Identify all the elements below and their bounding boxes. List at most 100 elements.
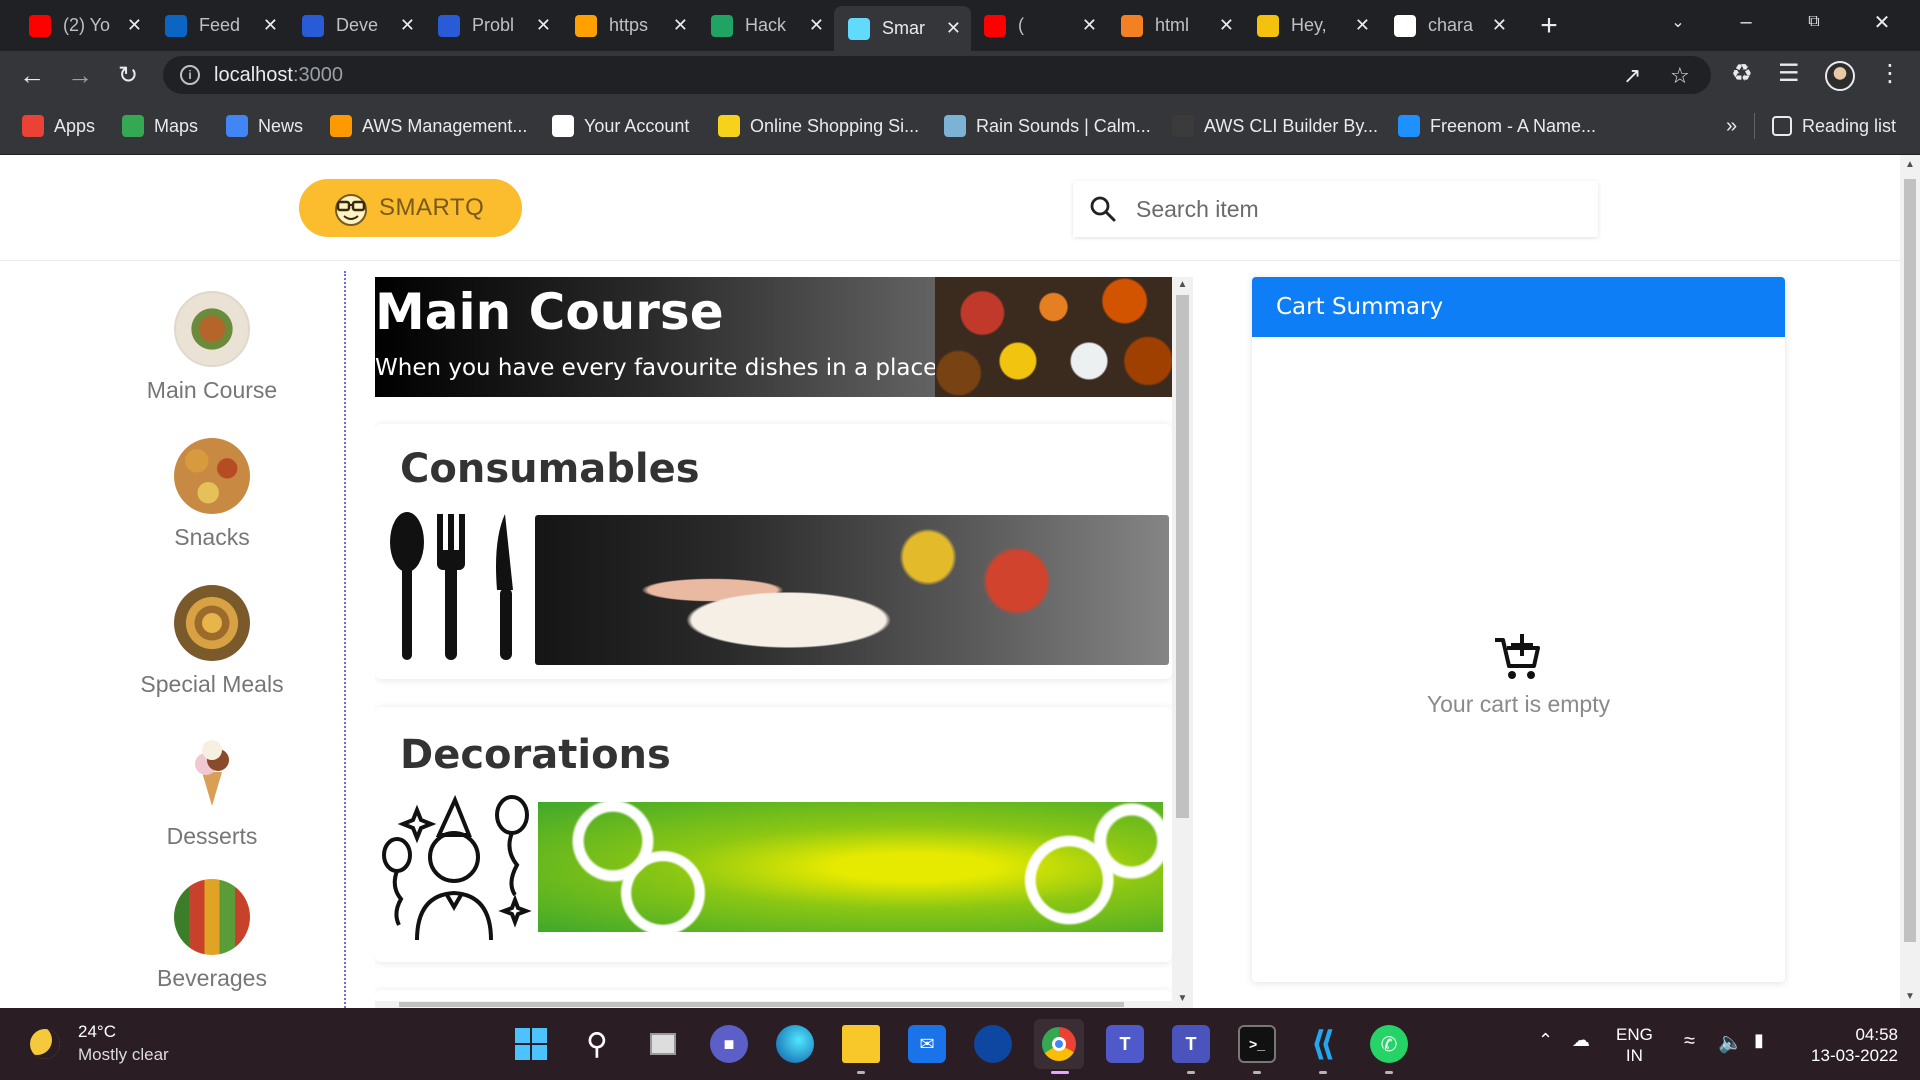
- scroll-down-arrow-icon[interactable]: ▼: [1172, 993, 1193, 1004]
- browser-tab[interactable]: Hack ✕: [697, 8, 834, 43]
- forward-arrow-icon[interactable]: →: [62, 57, 98, 93]
- youtube-icon: [984, 14, 1006, 37]
- consumables-photo: [535, 515, 1169, 665]
- new-tab-button[interactable]: +: [1536, 8, 1562, 43]
- browser-tab[interactable]: Smar ✕: [834, 6, 971, 51]
- browser-tab[interactable]: https ✕: [561, 8, 698, 43]
- reload-icon[interactable]: ↻: [110, 57, 146, 93]
- profile-avatar[interactable]: [1825, 61, 1855, 91]
- edge-browser-icon[interactable]: [776, 1025, 814, 1063]
- browser-tab[interactable]: (2) Yo ✕: [15, 8, 152, 43]
- extensions-puzzle-icon[interactable]: ♻: [1731, 59, 1753, 88]
- close-tab-icon[interactable]: ✕: [809, 15, 824, 36]
- close-tab-icon[interactable]: ✕: [536, 15, 551, 36]
- bookmark-item[interactable]: AWS CLI Builder By...: [1172, 113, 1378, 139]
- browser-tab[interactable]: Hey, ✕: [1243, 8, 1380, 43]
- bookmark-item[interactable]: Freenom - A Name...: [1398, 113, 1596, 139]
- media-queue-icon[interactable]: ☰: [1778, 59, 1800, 88]
- party-person-icon: [382, 795, 532, 941]
- tab-search-chevron-icon[interactable]: ⌄: [1644, 0, 1712, 44]
- card-decorations[interactable]: Decorations: [375, 707, 1172, 962]
- category-desserts[interactable]: Desserts: [132, 732, 292, 850]
- restore-button[interactable]: ⧉: [1780, 0, 1848, 44]
- bookmark-item[interactable]: Apps: [22, 113, 95, 139]
- show-hidden-icons-chevron-icon[interactable]: ⌃: [1538, 1030, 1553, 1051]
- search-input[interactable]: Search item: [1136, 196, 1259, 223]
- share-icon[interactable]: ↗: [1623, 63, 1641, 89]
- teams-chat-icon[interactable]: ■: [710, 1025, 748, 1063]
- bookmark-item[interactable]: Your Account: [552, 113, 689, 139]
- browser-tab[interactable]: chara ✕: [1380, 8, 1517, 43]
- more-bookmarks-button[interactable]: »: [1726, 113, 1737, 139]
- wifi-icon[interactable]: ≈: [1684, 1030, 1695, 1053]
- language-indicator[interactable]: ENG IN: [1616, 1024, 1653, 1066]
- whatsapp-icon[interactable]: ✆: [1370, 1025, 1408, 1063]
- scroll-up-arrow-icon[interactable]: ▲: [1172, 279, 1193, 290]
- close-tab-icon[interactable]: ✕: [1355, 15, 1370, 36]
- clock[interactable]: 04:58 13-03-2022: [1798, 1024, 1898, 1066]
- close-tab-icon[interactable]: ✕: [400, 15, 415, 36]
- site-info-icon[interactable]: i: [180, 65, 200, 85]
- category-snacks[interactable]: Snacks: [132, 438, 292, 551]
- search-box[interactable]: Search item: [1073, 181, 1598, 237]
- bookmark-item[interactable]: Maps: [122, 113, 198, 139]
- task-view-icon[interactable]: [644, 1025, 682, 1063]
- close-tab-icon[interactable]: ✕: [1492, 15, 1507, 36]
- page-scrollbar[interactable]: ▲ ▼: [1900, 155, 1920, 1008]
- battery-icon[interactable]: ▮: [1754, 1030, 1764, 1051]
- terminal-icon[interactable]: >_: [1238, 1025, 1276, 1063]
- browser-tab[interactable]: Probl ✕: [424, 8, 561, 43]
- menu-kebab-icon[interactable]: ⋮: [1878, 59, 1902, 88]
- bookmark-star-icon[interactable]: ☆: [1670, 63, 1690, 89]
- reading-list-button[interactable]: Reading list: [1772, 113, 1896, 139]
- store-icon[interactable]: [974, 1025, 1012, 1063]
- minimize-button[interactable]: –: [1712, 0, 1780, 44]
- search-taskbar-icon[interactable]: ⚲: [578, 1025, 616, 1063]
- bookmark-item[interactable]: Online Shopping Si...: [718, 113, 919, 139]
- browser-tab[interactable]: html ✕: [1107, 8, 1244, 43]
- teams-work-icon[interactable]: T: [1172, 1025, 1210, 1063]
- close-tab-icon[interactable]: ✕: [946, 18, 961, 39]
- address-bar[interactable]: i localhost:3000 ↗ ☆: [163, 56, 1711, 94]
- close-tab-icon[interactable]: ✕: [263, 15, 278, 36]
- menu-list-scroll-thumb[interactable]: [1176, 295, 1189, 818]
- page-scroll-thumb[interactable]: [1904, 179, 1916, 942]
- menu-list-scrollbar[interactable]: ▲ ▼: [1172, 277, 1193, 1008]
- freenom-icon: [1398, 115, 1420, 137]
- horizontal-scroll-thumb[interactable]: [399, 1002, 1124, 1007]
- mail-icon[interactable]: ✉: [908, 1025, 946, 1063]
- card-consumables[interactable]: Consumables: [375, 424, 1172, 679]
- teams-icon[interactable]: T: [1106, 1025, 1144, 1063]
- person-icon: [1172, 115, 1194, 137]
- category-beverages[interactable]: Beverages: [132, 879, 292, 992]
- menu-list-horizontal-scrollbar[interactable]: [375, 1001, 1172, 1008]
- volume-icon[interactable]: 🔈: [1718, 1030, 1743, 1055]
- browser-tab[interactable]: (✕: [970, 8, 1107, 43]
- card-title: Decorations: [400, 732, 671, 778]
- page-scroll-up-icon[interactable]: ▲: [1904, 159, 1916, 170]
- start-windows-icon[interactable]: [512, 1025, 550, 1063]
- close-tab-icon[interactable]: ✕: [1082, 15, 1097, 36]
- close-tab-icon[interactable]: ✕: [673, 15, 688, 36]
- bookmark-item[interactable]: Rain Sounds | Calm...: [944, 113, 1151, 139]
- bookmark-item[interactable]: AWS Management...: [330, 113, 527, 139]
- file-explorer-icon[interactable]: [842, 1025, 880, 1063]
- onedrive-cloud-icon[interactable]: ☁: [1572, 1030, 1590, 1051]
- back-arrow-icon[interactable]: ←: [14, 57, 50, 93]
- web-page: SMARTQ Search item Main Course Snacks Sp…: [0, 155, 1900, 1008]
- category-main-course[interactable]: Main Course: [132, 291, 292, 404]
- menu-list: Main Course When you have every favourit…: [375, 277, 1172, 1008]
- chrome-taskbar-button[interactable]: [1034, 1019, 1084, 1069]
- close-tab-icon[interactable]: ✕: [1219, 15, 1234, 36]
- page-scroll-down-icon[interactable]: ▼: [1904, 991, 1916, 1002]
- bookmark-label: AWS CLI Builder By...: [1204, 115, 1379, 136]
- browser-tab[interactable]: Feed ✕: [151, 8, 288, 43]
- smartq-logo[interactable]: SMARTQ: [299, 179, 522, 237]
- close-tab-icon[interactable]: ✕: [127, 15, 142, 36]
- bookmark-item[interactable]: News: [226, 113, 303, 139]
- vscode-icon[interactable]: ⟪: [1304, 1025, 1342, 1063]
- category-special-meals[interactable]: Special Meals: [132, 585, 292, 698]
- browser-tab[interactable]: Deve ✕: [288, 8, 425, 43]
- close-window-button[interactable]: ✕: [1848, 0, 1916, 44]
- weather-widget[interactable]: 24°C Mostly clear: [30, 1022, 169, 1065]
